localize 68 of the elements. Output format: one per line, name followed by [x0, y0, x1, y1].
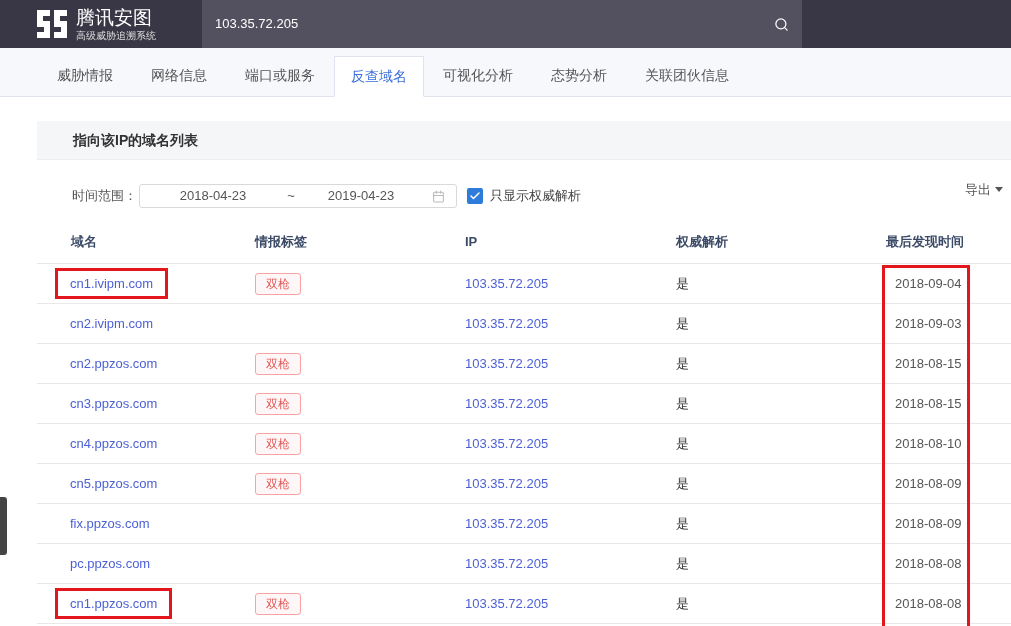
- domain-link[interactable]: cn4.ppzos.com: [55, 427, 173, 460]
- tab[interactable]: 端口或服务: [226, 55, 334, 96]
- ip-link[interactable]: 103.35.72.205: [465, 433, 676, 454]
- panel-header: 指向该IP的域名列表: [37, 121, 1011, 160]
- domain-link[interactable]: cn1.ivipm.com: [55, 267, 169, 300]
- column-header: 域名: [69, 233, 98, 251]
- calendar-icon: [432, 189, 445, 203]
- check-icon: [469, 190, 481, 202]
- domain-link[interactable]: cn2.ppzos.com: [55, 347, 173, 380]
- tab[interactable]: 网络信息: [132, 55, 226, 96]
- ip-link[interactable]: 103.35.72.205: [465, 553, 676, 574]
- tag-label: 双枪: [255, 432, 301, 455]
- search-icon[interactable]: [774, 16, 789, 32]
- last-seen-cell-text: 2018-08-15: [894, 394, 962, 413]
- ip-link[interactable]: 103.35.72.205: [465, 393, 676, 414]
- side-handle[interactable]: [0, 497, 7, 555]
- export-button[interactable]: 导出: [965, 180, 1003, 200]
- last-seen-cell-text: 2018-08-15: [894, 354, 962, 373]
- authoritative-cell-text: 是: [676, 594, 690, 613]
- last-seen-cell-text: 2018-08-09: [894, 514, 962, 533]
- tab[interactable]: 态势分析: [532, 55, 626, 96]
- brand-subtitle: 高级威胁追溯系统: [76, 30, 156, 41]
- ip-link[interactable]: 103.35.72.205: [465, 313, 676, 334]
- last-seen-cell-text: 2018-08-10: [894, 434, 962, 453]
- authoritative-cell-text: 是: [676, 354, 690, 373]
- column-header: 情报标签: [255, 233, 308, 251]
- authoritative-cell-text: 是: [676, 394, 690, 413]
- checkbox-label: 只显示权威解析: [490, 187, 581, 206]
- last-seen-cell-text: 2018-09-03: [894, 314, 962, 333]
- tab[interactable]: 反查域名: [334, 56, 424, 97]
- ip-link[interactable]: 103.35.72.205: [465, 273, 676, 294]
- ip-link[interactable]: 103.35.72.205: [465, 473, 676, 494]
- search-field[interactable]: 103.35.72.205: [202, 0, 802, 48]
- ip-link[interactable]: 103.35.72.205: [465, 353, 676, 374]
- time-range-label: 时间范围：: [72, 187, 137, 206]
- authoritative-cell-text: 是: [676, 434, 690, 453]
- brand-name: 腾讯安图: [76, 7, 153, 27]
- tag-label: 双枪: [255, 592, 301, 615]
- tag-label: 双枪: [255, 472, 301, 495]
- column-header: 最后发现时间: [886, 233, 964, 251]
- tab[interactable]: 关联团伙信息: [626, 55, 748, 96]
- column-header: 权威解析: [676, 233, 729, 251]
- authoritative-cell-text: 是: [676, 274, 690, 293]
- tag-label: 双枪: [255, 272, 301, 295]
- last-seen-cell-text: 2018-08-08: [894, 554, 962, 573]
- ip-link[interactable]: 103.35.72.205: [465, 513, 676, 534]
- authoritative-checkbox[interactable]: [467, 188, 483, 204]
- tab[interactable]: 威胁情报: [38, 55, 132, 96]
- last-seen-cell-text: 2018-09-04: [894, 274, 962, 293]
- authoritative-cell-text: 是: [676, 554, 690, 573]
- column-header: IP: [465, 233, 479, 251]
- date-range-field[interactable]: 2018-04-23 ~ 2019-04-23: [139, 184, 457, 208]
- caret-icon: [995, 187, 1003, 193]
- domain-link[interactable]: cn5.ppzos.com: [55, 467, 173, 500]
- last-seen-cell-text: 2018-08-08: [894, 594, 962, 613]
- domain-link[interactable]: pc.ppzos.com: [55, 547, 166, 580]
- tag-label: 双枪: [255, 352, 301, 375]
- last-seen-cell-text: 2018-08-09: [894, 474, 962, 493]
- authoritative-cell-text: 是: [676, 474, 690, 493]
- authoritative-cell-text: 是: [676, 514, 690, 533]
- domain-link[interactable]: cn3.ppzos.com: [55, 387, 173, 420]
- tab[interactable]: 可视化分析: [424, 55, 532, 96]
- ip-link[interactable]: 103.35.72.205: [465, 593, 676, 614]
- authoritative-cell-text: 是: [676, 314, 690, 333]
- tag-label: 双枪: [255, 392, 301, 415]
- domain-link[interactable]: cn1.ppzos.com: [55, 587, 173, 620]
- domain-link[interactable]: fix.ppzos.com: [55, 507, 165, 540]
- domain-link[interactable]: cn2.ivipm.com: [55, 307, 169, 340]
